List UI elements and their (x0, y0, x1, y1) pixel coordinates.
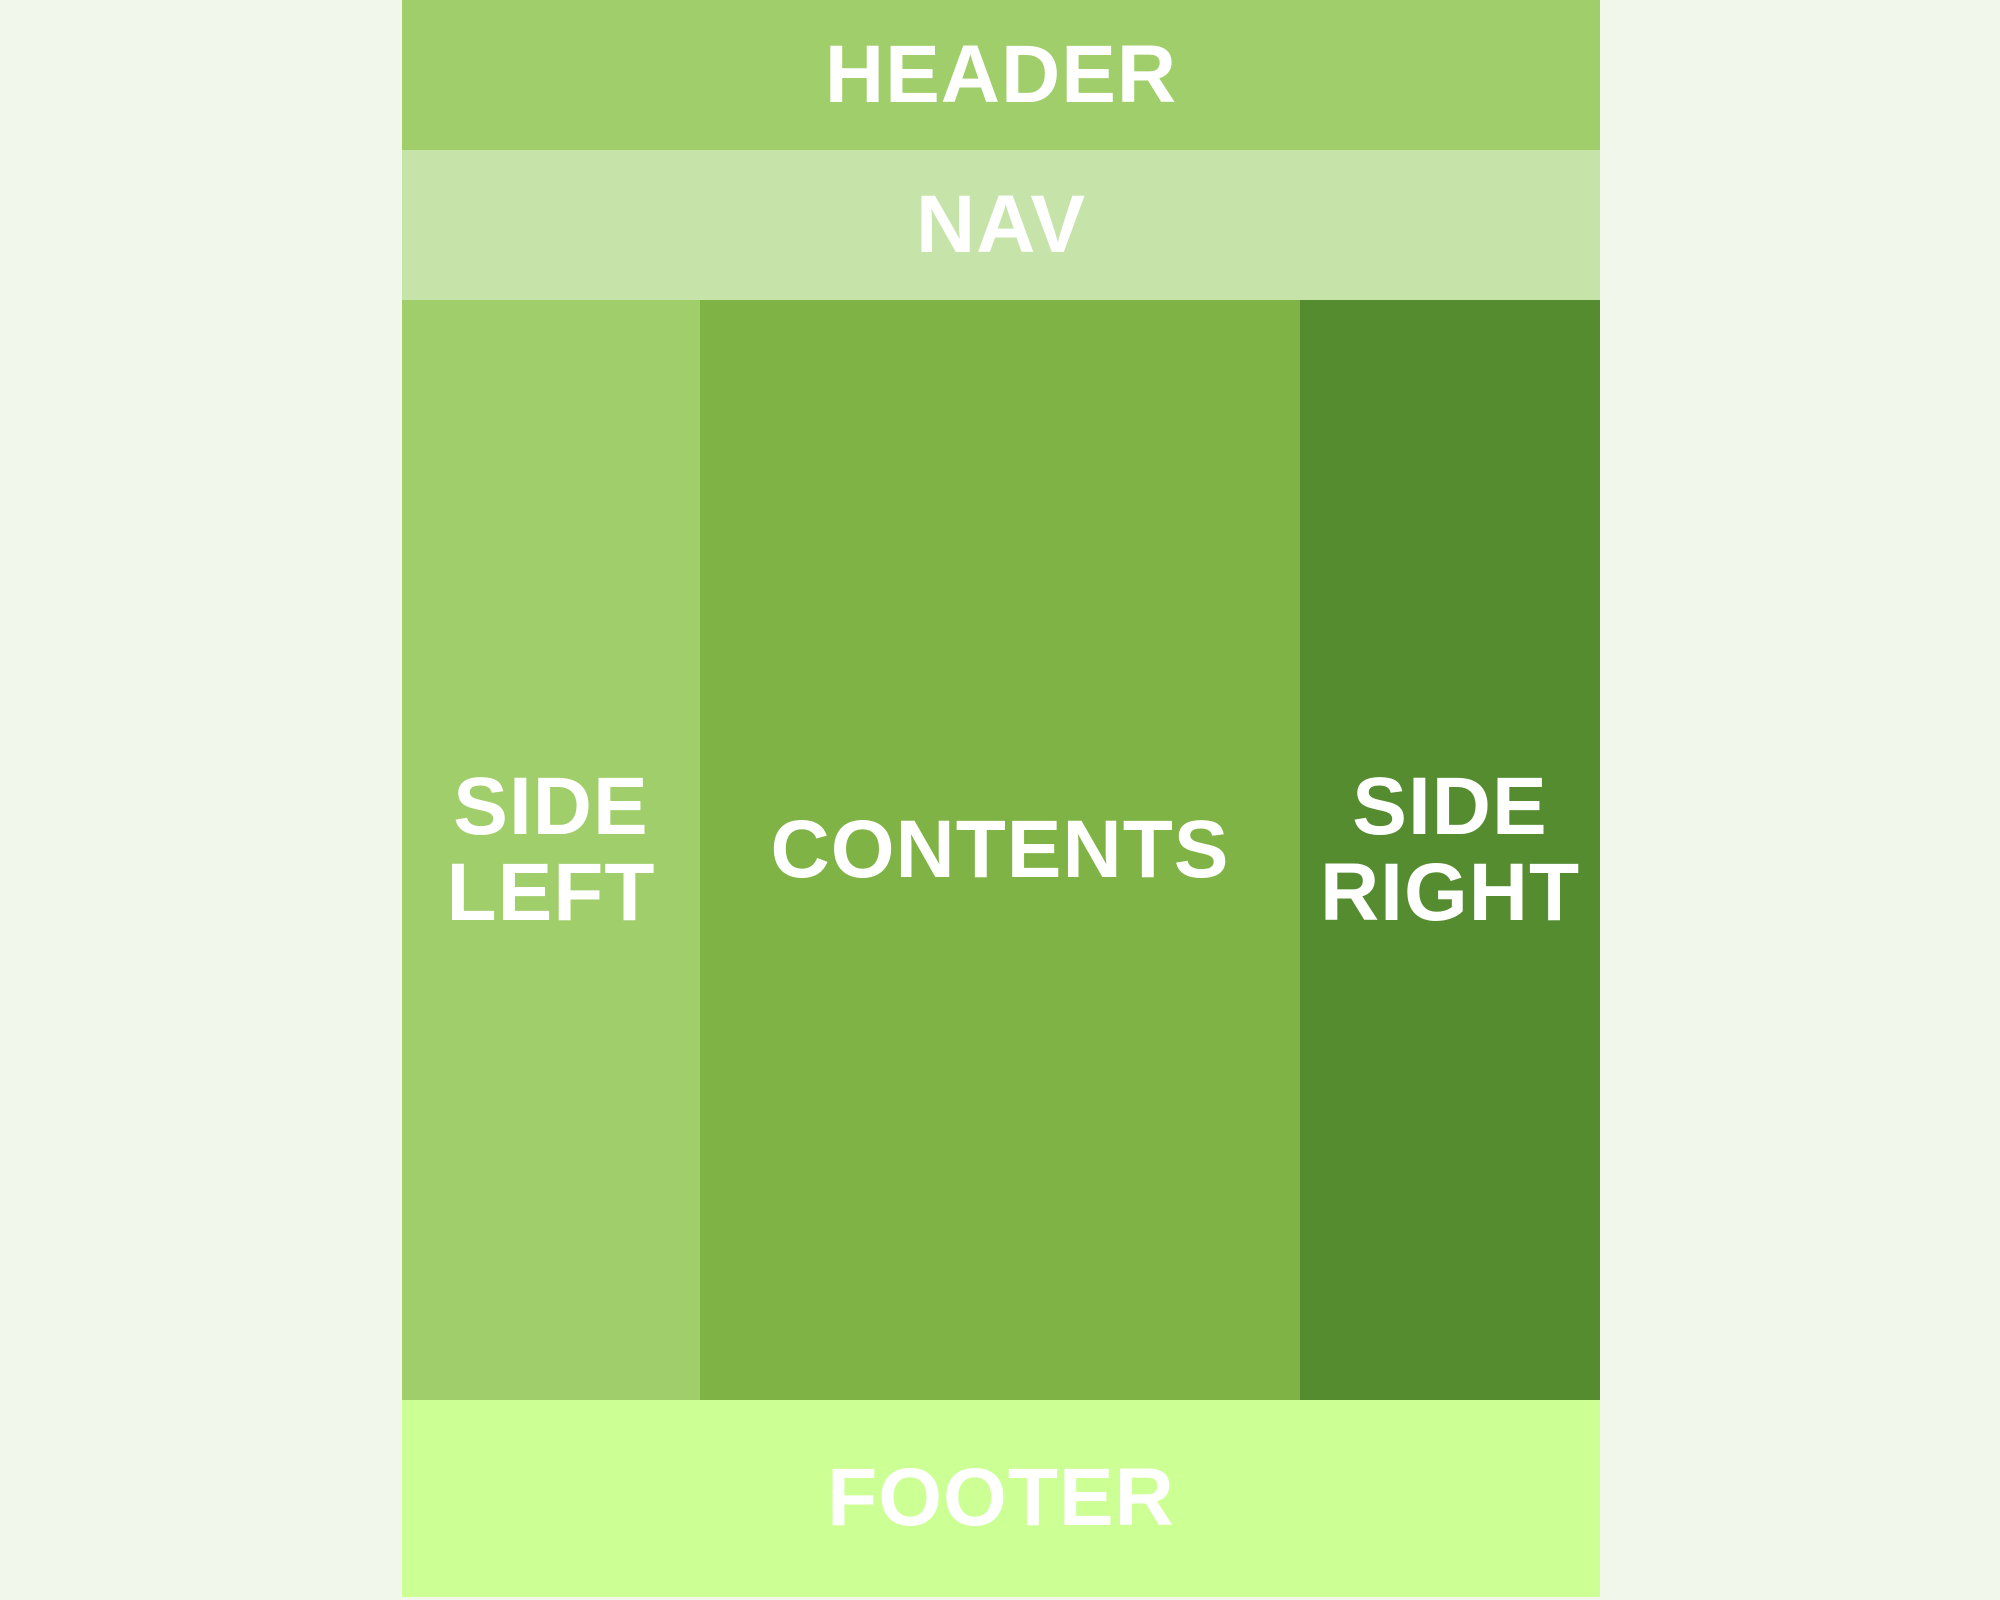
contents-label: CONTENTS (770, 803, 1230, 895)
side-left-label-line-1: SIDE (453, 760, 649, 852)
side-left-block: SIDE LEFT (402, 300, 700, 1400)
nav-label: NAV (915, 178, 1087, 270)
header-block: HEADER (402, 0, 1600, 150)
footer-block: FOOTER (402, 1400, 1600, 1597)
nav-block: NAV (402, 150, 1600, 300)
side-right-label-line-1: SIDE (1352, 760, 1548, 852)
footer-label: FOOTER (827, 1452, 1175, 1544)
header-label: HEADER (824, 28, 1178, 120)
side-right-block: SIDE RIGHT (1300, 300, 1600, 1400)
side-right-label-line-2: RIGHT (1319, 847, 1581, 938)
page-layout-diagram: HEADER NAV SIDE LEFT CONTENTS SIDE RIGHT… (402, 0, 1600, 1597)
contents-block: CONTENTS (700, 300, 1300, 1400)
side-left-label-line-2: LEFT (446, 847, 656, 938)
